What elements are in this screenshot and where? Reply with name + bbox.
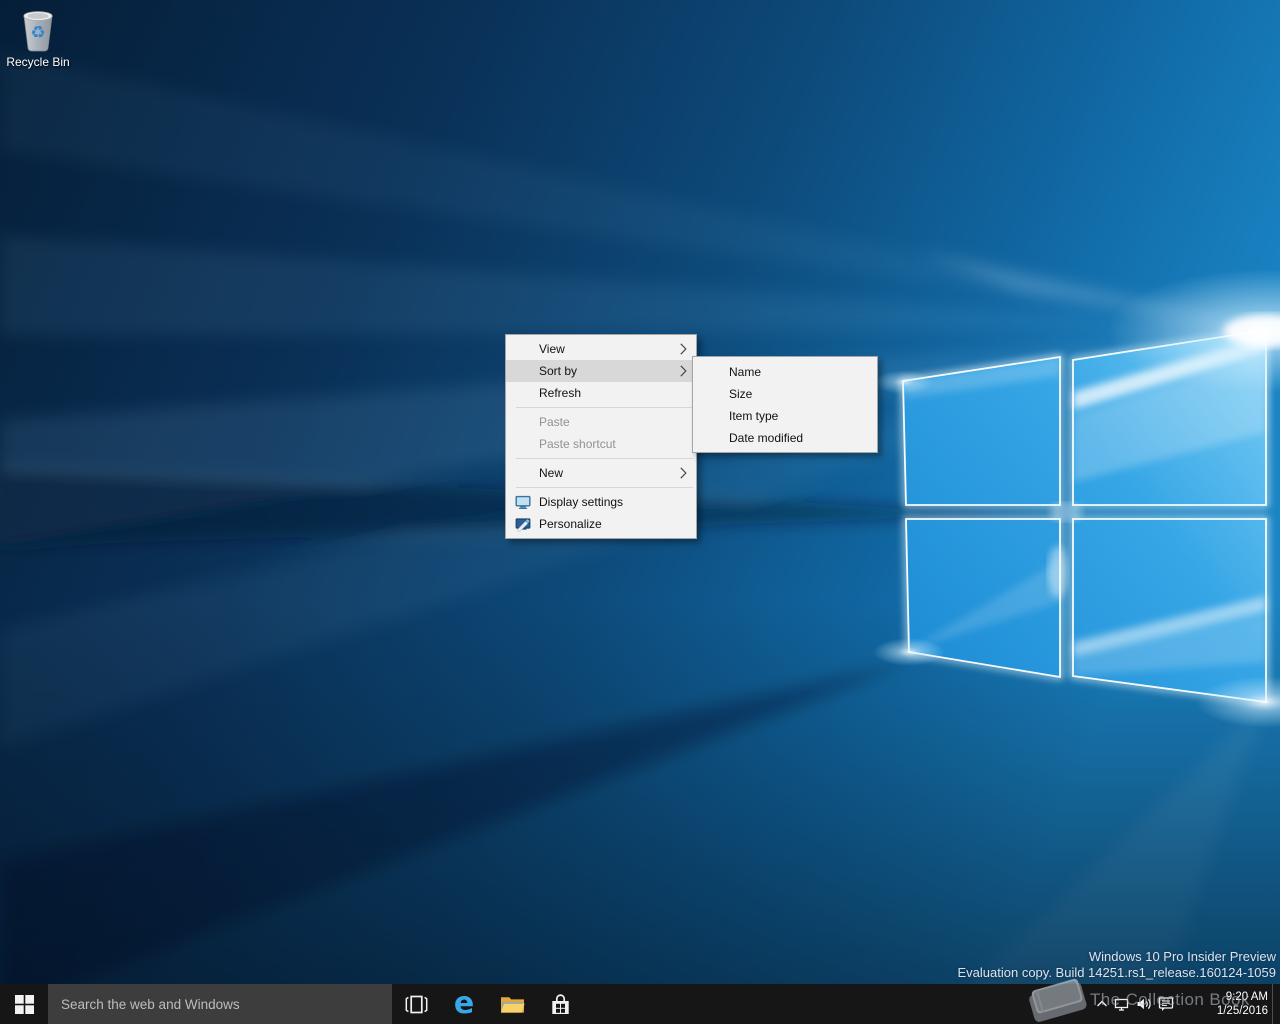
clock-time: 9:20 AM [1217,990,1268,1004]
file-explorer-icon [500,994,525,1015]
volume-tray-button[interactable] [1133,984,1154,1024]
store-button[interactable] [536,984,584,1024]
display-settings-icon [515,494,531,510]
task-view-icon [405,995,428,1014]
insider-build-watermark: Windows 10 Pro Insider Preview Evaluatio… [958,949,1277,980]
menu-item-paste: Paste [506,411,696,433]
submenu-arrow-icon [680,467,687,479]
windows-logo-icon [15,995,34,1014]
taskbar-clock[interactable]: 9:20 AM 1/25/2016 [1217,984,1268,1024]
menu-separator [516,487,693,488]
file-explorer-button[interactable] [488,984,536,1024]
windows-desktop[interactable]: ♻ Recycle Bin Windows 10 Pro Insider Pre… [0,0,1280,1024]
task-view-button[interactable] [392,984,440,1024]
watermark-line2: Evaluation copy. Build 14251.rs1_release… [958,965,1277,981]
menu-item-refresh[interactable]: Refresh [506,382,696,404]
submenu-arrow-icon [680,365,687,377]
taskbar-search-input[interactable] [48,984,392,1024]
start-button[interactable] [0,984,48,1024]
recycle-bin-icon: ♻ [17,7,59,53]
tray-expand-button[interactable] [1091,984,1112,1024]
edge-icon: e [454,989,474,1019]
network-tray-button[interactable] [1112,984,1133,1024]
recycle-bin-label: Recycle Bin [5,55,71,69]
menu-item-personalize[interactable]: Personalize [506,513,696,535]
action-center-icon [1158,996,1174,1012]
desktop-context-menu: View Sort by Refresh Paste Paste shortcu… [505,334,697,539]
menu-item-display-settings[interactable]: Display settings [506,491,696,513]
action-center-button[interactable] [1155,984,1176,1024]
store-icon [548,992,573,1017]
volume-icon [1136,996,1152,1012]
recycle-bin-shortcut[interactable]: ♻ Recycle Bin [5,7,71,69]
show-desktop-button[interactable] [1272,984,1280,1024]
submenu-item-name[interactable]: Name [693,361,877,383]
network-icon [1114,996,1131,1012]
personalize-icon [515,516,531,532]
watermark-line1: Windows 10 Pro Insider Preview [958,949,1277,965]
sort-by-submenu: Name Size Item type Date modified [692,356,878,453]
submenu-item-size[interactable]: Size [693,383,877,405]
submenu-arrow-icon [680,343,687,355]
menu-item-new[interactable]: New [506,462,696,484]
edge-browser-button[interactable]: e [440,984,488,1024]
submenu-item-item-type[interactable]: Item type [693,405,877,427]
clock-date: 1/25/2016 [1217,1004,1268,1018]
chevron-up-icon [1095,997,1109,1011]
menu-separator [516,407,693,408]
menu-item-sort-by[interactable]: Sort by [506,360,696,382]
menu-separator [516,458,693,459]
submenu-item-date-modified[interactable]: Date modified [693,427,877,449]
svg-text:♻: ♻ [30,23,45,43]
taskbar: e [0,984,1280,1024]
menu-item-paste-shortcut: Paste shortcut [506,433,696,455]
menu-item-view[interactable]: View [506,338,696,360]
